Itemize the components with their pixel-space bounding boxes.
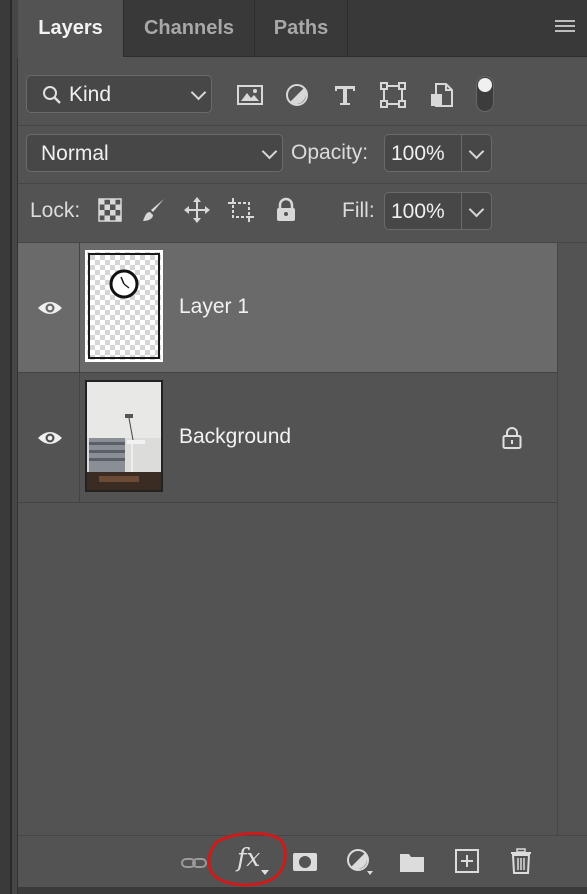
chevron-down-icon	[190, 84, 207, 101]
panel-tab-bar: Layers Channels Paths	[18, 0, 587, 57]
lock-transparent-pixels-icon[interactable]	[97, 197, 123, 223]
filter-toggle-switch[interactable]	[476, 76, 494, 112]
blend-mode-value: Normal	[41, 142, 109, 165]
panel-menu-icon[interactable]	[555, 20, 575, 34]
smart-object-filter-icon[interactable]	[428, 82, 456, 108]
layer-name[interactable]: Layer 1	[179, 295, 249, 319]
chevron-down-icon	[468, 143, 485, 160]
search-icon	[43, 86, 61, 104]
new-layer-icon[interactable]	[453, 847, 481, 875]
fill-dropdown-button[interactable]	[462, 192, 492, 230]
layer-row-layer-1[interactable]: Layer 1	[18, 243, 557, 373]
row-divider	[18, 183, 587, 184]
blend-mode-select[interactable]: Normal	[26, 134, 283, 172]
lock-image-pixels-icon[interactable]	[141, 197, 167, 223]
chevron-down-icon	[261, 143, 278, 160]
lock-icon[interactable]	[501, 426, 523, 450]
red-highlight-circle	[207, 831, 287, 887]
eye-icon[interactable]	[37, 429, 63, 447]
lock-artboard-icon[interactable]	[228, 197, 254, 223]
background-thumbnail	[85, 380, 163, 492]
chevron-down-icon	[468, 201, 485, 218]
tab-layers[interactable]: Layers	[18, 0, 124, 57]
panel-divider[interactable]	[10, 0, 12, 894]
shape-filter-icon[interactable]	[379, 82, 407, 108]
fill-field[interactable]: 100%	[384, 192, 462, 230]
filter-kind-select[interactable]: Kind	[26, 75, 212, 113]
layer-name[interactable]: Background	[179, 425, 291, 449]
layer-row-background[interactable]: Background	[18, 373, 557, 503]
layers-scrollbar[interactable]	[557, 243, 587, 835]
adjustment-layer-icon[interactable]	[346, 847, 374, 875]
type-filter-icon[interactable]	[331, 82, 359, 108]
tab-channels[interactable]: Channels	[124, 0, 255, 56]
opacity-label: Opacity:	[291, 141, 369, 164]
delete-layer-icon[interactable]	[507, 847, 535, 875]
panel-left-edge	[0, 0, 10, 894]
lock-all-icon[interactable]	[273, 197, 299, 223]
lock-label: Lock:	[30, 199, 81, 222]
new-group-icon[interactable]	[398, 848, 426, 876]
filter-toggle-knob	[478, 78, 492, 92]
filter-kind-label: Kind	[69, 83, 112, 106]
link-layers-icon[interactable]	[180, 849, 208, 877]
opacity-field[interactable]: 100%	[384, 134, 462, 172]
add-mask-icon[interactable]	[291, 848, 319, 876]
fill-label: Fill:	[342, 199, 375, 222]
image-filter-icon[interactable]	[236, 82, 264, 108]
visibility-column	[18, 373, 80, 502]
opacity-dropdown-button[interactable]	[462, 134, 492, 172]
adjustment-filter-icon[interactable]	[283, 82, 311, 108]
lock-position-icon[interactable]	[184, 197, 210, 223]
visibility-column	[18, 243, 80, 372]
layer-thumbnail	[85, 250, 163, 362]
eye-icon[interactable]	[37, 299, 63, 317]
tab-paths[interactable]: Paths	[255, 0, 348, 56]
panel-bottom-edge	[18, 887, 587, 894]
row-divider	[18, 125, 587, 126]
